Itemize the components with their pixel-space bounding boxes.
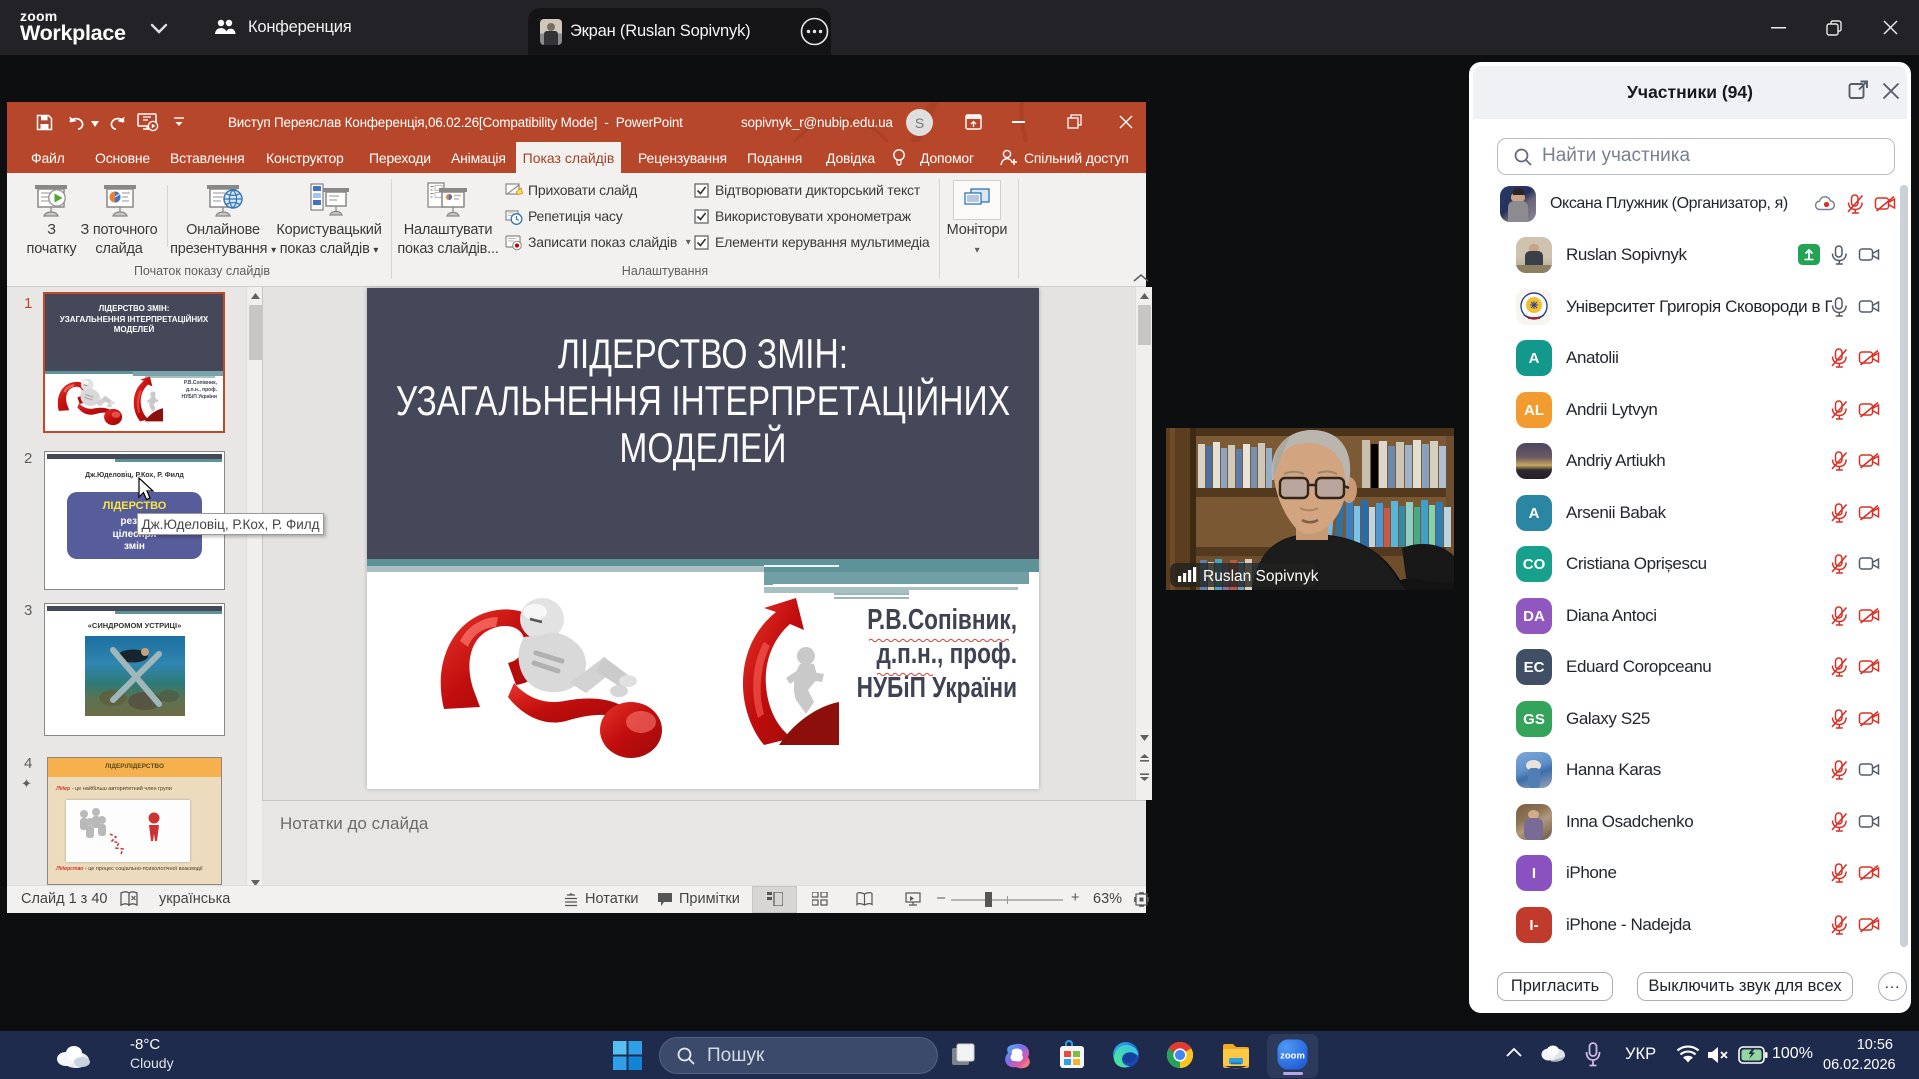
svg-text:Ruslan Sopivnyk: Ruslan Sopivnyk bbox=[1203, 568, 1319, 585]
svg-text:zoom: zoom bbox=[1280, 1051, 1305, 1062]
